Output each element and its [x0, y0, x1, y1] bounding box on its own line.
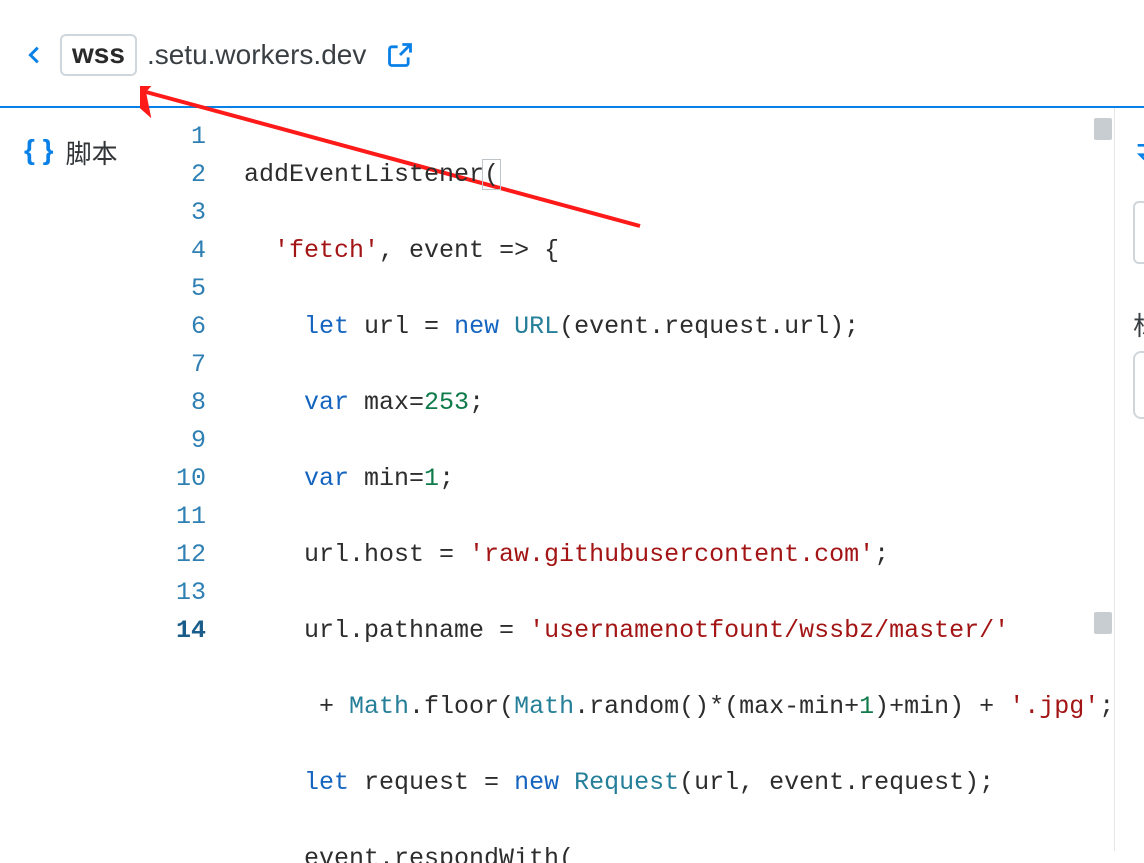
left-sidebar: { } 脚本: [0, 108, 146, 851]
subdomain-badge: wss: [60, 34, 137, 76]
script-tab-label[interactable]: 脚本: [66, 134, 118, 171]
swap-icon: [1133, 136, 1144, 164]
external-link-icon[interactable]: [386, 41, 414, 69]
header: wss .setu.workers.dev: [0, 0, 1144, 108]
editor: 1234 5678 9101112 1314 addEventListener(…: [146, 108, 1114, 851]
http-method-select[interactable]: GET: [1133, 201, 1144, 264]
headers-label: 标头: [1133, 306, 1144, 343]
vertical-scrollbar[interactable]: [1094, 118, 1112, 634]
right-panel: HT GET 标头 译: [1114, 108, 1144, 851]
script-icon: { }: [24, 134, 54, 166]
back-button[interactable]: [24, 38, 46, 72]
code-content[interactable]: addEventListener( 'fetch', event => { le…: [220, 108, 1114, 863]
headers-input[interactable]: [1133, 351, 1144, 419]
line-gutter: 1234 5678 9101112 1314: [146, 108, 220, 863]
domain-text: .setu.workers.dev: [147, 39, 366, 71]
main-content: { } 脚本 1234 5678 9101112 1314 addEventLi…: [0, 108, 1144, 851]
code-area[interactable]: 1234 5678 9101112 1314 addEventListener(…: [146, 108, 1114, 863]
http-tab[interactable]: HT: [1133, 134, 1144, 165]
